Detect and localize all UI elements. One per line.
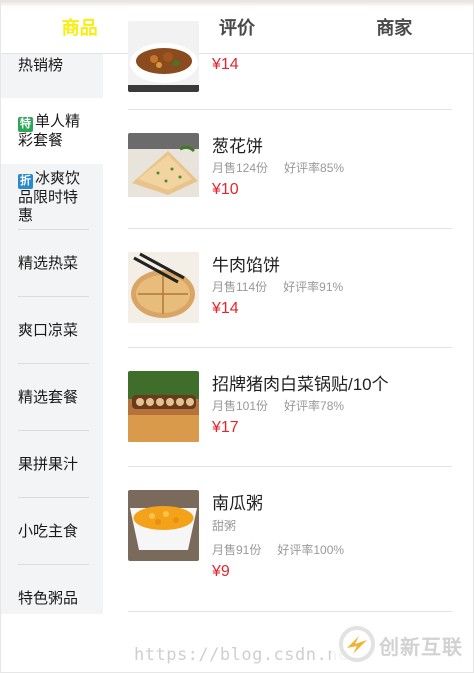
food-rating: 好评率91% [283,280,344,294]
food-price: ¥17 [212,419,239,436]
app-frame: 商品 评价 商家 热销榜 特单人精彩套餐 折冰爽饮品限时特惠 精选热菜 爽口凉菜 [0,0,474,673]
food-stats: 月售114份 好评率91% [212,278,343,295]
food-image [128,371,199,442]
sidebar-item-cold-dishes[interactable]: 爽口凉菜 [1,297,103,364]
sidebar-item-label: 小吃主食 [18,522,79,540]
sidebar-item-label: 果拼果汁 [18,455,79,473]
sidebar-item-hot-dishes[interactable]: 精选热菜 [1,230,103,297]
food-item[interactable]: 招牌猪肉白菜锅贴/10个 月售101份 好评率78% ¥17 [128,347,452,467]
discount-tag-icon: 折 [18,173,33,189]
food-sales: 月售124份 [212,161,269,175]
sidebar-bottom-blank [1,614,103,672]
url-watermark: https://blog.csdn.ne [134,645,349,665]
sidebar-item-snacks[interactable]: 小吃主食 [1,498,103,565]
sidebar-item-label: 爽口凉菜 [18,321,79,339]
food-name: 南瓜粥 [212,494,263,513]
food-stats: 月售91份 好评率100% [212,541,344,558]
special-tag-icon: 特 [18,116,33,132]
food-name: 牛肉馅饼 [212,256,280,275]
food-item[interactable]: 牛肉馅饼 月售114份 好评率91% ¥14 [128,228,452,348]
sidebar-item-label: 热销榜 [18,57,64,74]
food-image [128,21,199,92]
sidebar-item-porridge[interactable]: 特色粥品 [1,565,103,614]
food-name: 招牌猪肉白菜锅贴/10个 [212,375,389,394]
food-rating: 好评率100% [277,543,345,557]
food-image [128,133,199,204]
food-item[interactable]: 南瓜粥 甜粥 月售91份 好评率100% ¥9 [128,466,452,612]
food-sales: 月售114份 [212,280,268,294]
food-price: ¥14 [212,56,239,73]
food-price: ¥10 [212,181,239,198]
food-image [128,490,199,561]
sidebar-item-label: 精选热菜 [18,254,79,272]
food-price: ¥14 [212,300,239,317]
food-rating: 好评率78% [284,399,345,413]
sidebar-item-fruits[interactable]: 果拼果汁 [1,431,103,498]
sidebar-item-drinks[interactable]: 折冰爽饮品限时特惠 [1,164,103,230]
category-sidebar: 热销榜 特单人精彩套餐 折冰爽饮品限时特惠 精选热菜 爽口凉菜 精选套餐 果拼果… [1,54,103,614]
food-item[interactable]: 葱花饼 月售124份 好评率85% ¥10 [128,109,452,229]
brand-watermark-text: 创新互联 [379,637,463,659]
food-description: 甜粥 [212,519,237,533]
food-item[interactable]: ¥14 [128,1,452,110]
sidebar-item-hot[interactable]: 热销榜 [1,54,103,98]
food-sales: 月售101份 [212,399,269,413]
food-sales: 月售91份 [212,543,262,557]
sidebar-item-label: 特色粥品 [18,589,79,607]
food-rating: 好评率85% [284,161,345,175]
food-price: ¥9 [212,563,230,580]
sidebar-item-single-set[interactable]: 特单人精彩套餐 [1,98,103,164]
food-name: 葱花饼 [212,137,263,156]
food-stats: 月售124份 好评率85% [212,159,344,176]
sidebar-item-label: 精选套餐 [18,388,79,406]
food-stats: 月售101份 好评率78% [212,397,344,414]
brand-logo-icon [339,626,375,662]
food-image [128,252,199,323]
sidebar-item-set-meals[interactable]: 精选套餐 [1,364,103,431]
